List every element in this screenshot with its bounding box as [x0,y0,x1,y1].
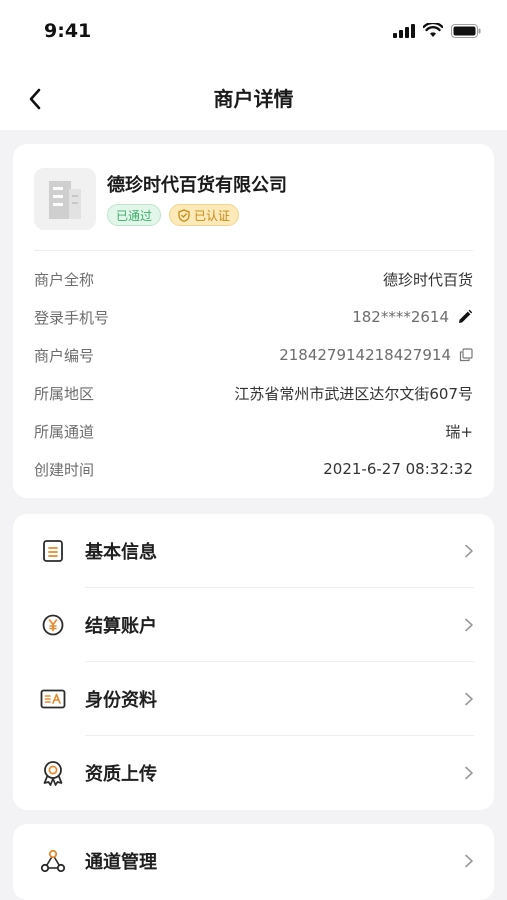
menu-label: 基本信息 [85,542,157,563]
info-label: 商户全称 [34,270,95,289]
building-icon [49,181,81,219]
document-icon [40,538,66,564]
chevron-right-icon [465,854,473,868]
status-badge-passed: 已通过 [107,204,162,226]
edit-pencil-icon[interactable] [457,309,473,325]
menu-label: 结算账户 [85,616,157,637]
merchant-info-list: 商户全称 德珍时代百货 登录手机号 182****2614 商户编号 21842… [34,260,473,488]
battery-icon [451,23,481,38]
badge-certified-label: 已认证 [194,208,231,223]
chevron-right-icon [465,692,473,706]
region-value: 江苏省常州市武进区达尔文街607号 [234,384,473,403]
info-row-full-name: 商户全称 德珍时代百货 [34,260,473,298]
shield-check-icon [178,208,190,222]
certificate-icon [40,760,66,786]
info-value: 2021-6-27 08:32:32 [323,460,473,478]
info-row-channel: 所属通道 瑞+ [34,412,473,450]
merchant-id-value: 218427914218427914 [279,346,451,364]
wifi-icon [423,23,443,37]
detail-menu-card: 基本信息 结算账户 身份资料 资质上传 [13,514,494,810]
info-value: 德珍时代百货 [383,269,473,290]
info-row-merchant-id: 商户编号 218427914218427914 [34,336,473,374]
copy-icon[interactable] [459,348,473,362]
info-value: 182****2614 [352,308,473,326]
menu-label: 身份资料 [85,690,157,711]
info-label: 商户编号 [34,346,95,365]
status-time: 9:41 [44,20,92,42]
info-row-phone: 登录手机号 182****2614 [34,298,473,336]
divider [34,250,473,251]
network-nodes-icon [40,848,66,874]
channel-value: 瑞+ [445,422,473,441]
info-label: 所属通道 [34,422,95,441]
info-value: 瑞+ [445,421,473,442]
menu-item-identity-docs[interactable]: 身份资料 [13,662,494,736]
merchant-logo [34,168,96,230]
nav-bar: 商户详情 [0,64,507,130]
menu-item-qualification-upload[interactable]: 资质上传 [13,736,494,810]
status-badge-certified: 已认证 [169,204,240,226]
yen-coin-icon [40,612,66,638]
chevron-right-icon [465,766,473,780]
menu-label: 通道管理 [85,852,157,873]
chevron-right-icon [465,544,473,558]
status-bar: 9:41 [0,0,507,64]
full-name-value: 德珍时代百货 [382,270,473,289]
info-row-created: 创建时间 2021-6-27 08:32:32 [34,450,473,488]
menu-item-settlement-account[interactable]: 结算账户 [13,588,494,662]
menu-item-channel-management[interactable]: 通道管理 [13,824,494,898]
info-label: 创建时间 [34,460,95,479]
id-card-icon [40,686,66,712]
info-row-region: 所属地区 江苏省常州市武进区达尔文街607号 [34,374,473,412]
info-label: 登录手机号 [34,308,110,327]
merchant-badges: 已通过 已认证 [107,204,240,226]
status-icons [393,23,481,38]
chevron-right-icon [465,618,473,632]
merchant-card: 德珍时代百货有限公司 已通过 已认证 商户全称 德珍时代百货 登录手机号 182… [13,144,494,498]
info-value: 江苏省常州市武进区达尔文街607号 [234,383,473,404]
info-label: 所属地区 [34,384,95,403]
channel-menu-card: 通道管理 [13,824,494,900]
page-title: 商户详情 [213,87,294,111]
menu-item-basic-info[interactable]: 基本信息 [13,514,494,588]
created-time-value: 2021-6-27 08:32:32 [323,460,473,478]
badge-passed-label: 已通过 [116,208,153,223]
merchant-name: 德珍时代百货有限公司 [107,175,287,196]
menu-label: 资质上传 [85,764,157,785]
signal-icon [393,23,415,38]
info-value: 218427914218427914 [279,346,473,364]
phone-value: 182****2614 [352,308,449,326]
